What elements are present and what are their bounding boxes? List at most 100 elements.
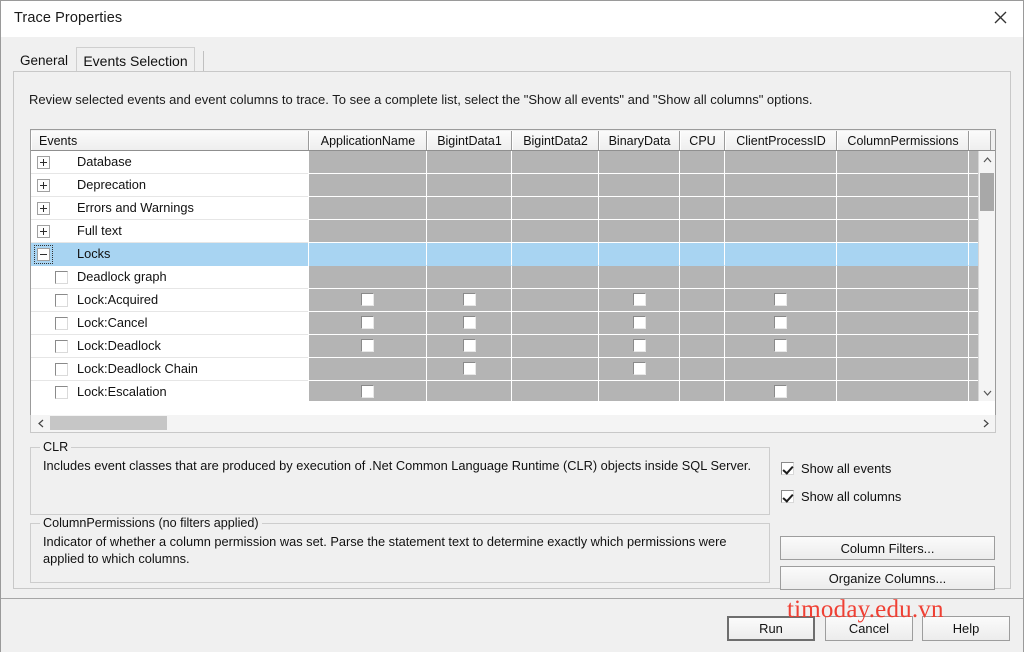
grid-cell[interactable] — [309, 243, 427, 266]
grid-cell[interactable] — [512, 151, 599, 174]
grid-cell-checkbox[interactable] — [361, 293, 374, 306]
grid-cell-checkbox[interactable] — [774, 316, 787, 329]
grid-cell[interactable] — [837, 220, 969, 243]
grid-cell[interactable] — [512, 381, 599, 401]
grid-cell[interactable] — [427, 358, 512, 381]
event-row-checkbox[interactable] — [55, 294, 68, 307]
grid-cell[interactable] — [680, 243, 725, 266]
grid-cell[interactable] — [680, 151, 725, 174]
grid-cell[interactable] — [725, 381, 837, 401]
grid-cell[interactable] — [599, 220, 680, 243]
grid-cell[interactable] — [837, 335, 969, 358]
event-row-checkbox[interactable] — [55, 386, 68, 399]
event-name-cell[interactable]: Lock:Deadlock Chain — [31, 358, 308, 381]
grid-column-header[interactable]: ColumnPermissions — [837, 131, 969, 150]
grid-cell[interactable] — [680, 220, 725, 243]
grid-cell-checkbox[interactable] — [463, 316, 476, 329]
grid-cell[interactable] — [837, 289, 969, 312]
grid-cell-checkbox[interactable] — [463, 293, 476, 306]
grid-cell-checkbox[interactable] — [361, 316, 374, 329]
grid-cell[interactable] — [427, 220, 512, 243]
grid-cell-checkbox[interactable] — [463, 339, 476, 352]
grid-cell[interactable] — [309, 151, 427, 174]
grid-cell-checkbox[interactable] — [361, 385, 374, 398]
grid-cell[interactable] — [427, 381, 512, 401]
grid-cell[interactable] — [427, 197, 512, 220]
event-name-cell[interactable]: Database — [31, 151, 308, 174]
grid-cell[interactable] — [309, 266, 427, 289]
grid-cell[interactable] — [512, 358, 599, 381]
show-all-columns-option[interactable]: Show all columns — [781, 489, 901, 504]
grid-horizontal-scrollbar[interactable] — [30, 415, 996, 433]
event-name-cell[interactable]: Lock:Acquired — [31, 289, 308, 312]
table-row[interactable]: Locks — [31, 243, 995, 266]
grid-vertical-scrollbar[interactable] — [978, 151, 995, 401]
grid-column-header[interactable] — [969, 131, 991, 150]
table-row[interactable]: Database — [31, 151, 995, 174]
grid-cell[interactable] — [309, 174, 427, 197]
grid-cell[interactable] — [309, 197, 427, 220]
grid-cell[interactable] — [837, 197, 969, 220]
grid-cell[interactable] — [599, 151, 680, 174]
grid-column-header[interactable]: BigintData2 — [512, 131, 599, 150]
grid-cell[interactable] — [309, 381, 427, 401]
grid-cell-checkbox[interactable] — [633, 362, 646, 375]
grid-cell[interactable] — [680, 381, 725, 401]
event-row-checkbox[interactable] — [55, 363, 68, 376]
grid-cell[interactable] — [599, 197, 680, 220]
help-button[interactable]: Help — [922, 616, 1010, 641]
table-row[interactable]: Lock:Escalation — [31, 381, 995, 401]
event-name-cell[interactable]: Deadlock graph — [31, 266, 308, 289]
grid-cell[interactable] — [680, 312, 725, 335]
show-all-events-checkbox[interactable] — [781, 462, 794, 475]
expand-plus-icon[interactable] — [37, 179, 50, 192]
grid-cell-checkbox[interactable] — [463, 362, 476, 375]
grid-cell[interactable] — [680, 174, 725, 197]
run-button[interactable]: Run — [727, 616, 815, 641]
grid-cell[interactable] — [599, 266, 680, 289]
table-row[interactable]: Errors and Warnings — [31, 197, 995, 220]
event-row-checkbox[interactable] — [55, 340, 68, 353]
event-name-cell[interactable]: Deprecation — [31, 174, 308, 197]
tab-events-selection[interactable]: Events Selection — [76, 47, 195, 73]
grid-cell[interactable] — [512, 335, 599, 358]
grid-cell[interactable] — [512, 197, 599, 220]
grid-cell[interactable] — [837, 243, 969, 266]
grid-cell[interactable] — [309, 220, 427, 243]
grid-vertical-scroll-thumb[interactable] — [980, 173, 994, 211]
grid-cell-checkbox[interactable] — [633, 316, 646, 329]
event-name-cell[interactable]: Lock:Deadlock — [31, 335, 308, 358]
grid-cell[interactable] — [725, 266, 837, 289]
expand-plus-icon[interactable] — [37, 156, 50, 169]
table-row[interactable]: Lock:Cancel — [31, 312, 995, 335]
grid-cell[interactable] — [599, 312, 680, 335]
grid-cell[interactable] — [512, 174, 599, 197]
event-name-cell[interactable]: Lock:Escalation — [31, 381, 308, 401]
grid-cell[interactable] — [427, 174, 512, 197]
grid-cell[interactable] — [725, 312, 837, 335]
table-row[interactable]: Deadlock graph — [31, 266, 995, 289]
grid-cell[interactable] — [725, 335, 837, 358]
grid-cell[interactable] — [427, 312, 512, 335]
grid-cell[interactable] — [680, 335, 725, 358]
grid-column-header[interactable]: CPU — [680, 131, 725, 150]
table-row[interactable]: Lock:Acquired — [31, 289, 995, 312]
grid-cell[interactable] — [599, 358, 680, 381]
event-name-cell[interactable]: Full text — [31, 220, 308, 243]
event-name-cell[interactable]: Errors and Warnings — [31, 197, 308, 220]
grid-cell[interactable] — [725, 358, 837, 381]
show-all-columns-checkbox[interactable] — [781, 490, 794, 503]
table-row[interactable]: Deprecation — [31, 174, 995, 197]
grid-cell[interactable] — [837, 312, 969, 335]
grid-cell[interactable] — [309, 335, 427, 358]
grid-cell[interactable] — [837, 174, 969, 197]
grid-column-header[interactable]: ClientProcessID — [725, 131, 837, 150]
grid-cell[interactable] — [725, 197, 837, 220]
grid-cell[interactable] — [427, 266, 512, 289]
cancel-button[interactable]: Cancel — [825, 616, 913, 641]
grid-cell[interactable] — [725, 220, 837, 243]
event-name-cell[interactable]: Locks — [31, 243, 308, 266]
grid-cell[interactable] — [512, 289, 599, 312]
tab-general[interactable]: General — [13, 50, 75, 71]
grid-cell[interactable] — [837, 381, 969, 401]
